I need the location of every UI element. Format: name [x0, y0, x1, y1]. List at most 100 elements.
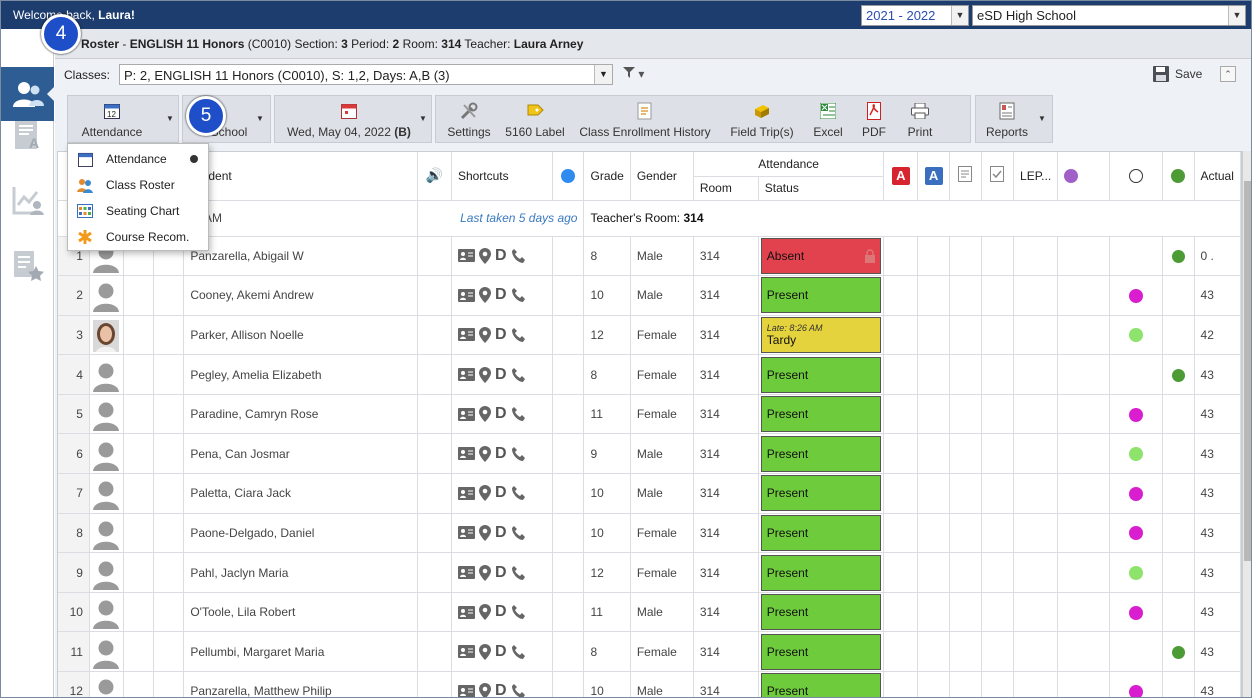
col-purple-dot-header[interactable]	[1057, 152, 1110, 201]
student-photo[interactable]	[89, 394, 124, 435]
table-row[interactable]: 7 Paletta, Ciara Jack D 10 Male 314 Present 43	[58, 473, 1241, 514]
nav-assessments[interactable]	[1, 237, 54, 293]
student-photo[interactable]	[89, 513, 124, 554]
id-card-icon[interactable]	[457, 447, 475, 461]
map-pin-icon[interactable]	[478, 643, 491, 660]
col-lep-header[interactable]: LEP...	[1013, 152, 1059, 201]
attendance-button[interactable]: 12 Attendance	[74, 96, 150, 144]
d-icon[interactable]: D	[495, 445, 507, 463]
status-cell[interactable]: Absent	[758, 236, 885, 277]
student-photo[interactable]	[89, 433, 124, 475]
id-card-icon[interactable]	[457, 368, 475, 382]
d-icon[interactable]: D	[495, 366, 507, 384]
status-cell[interactable]: Present	[758, 354, 885, 395]
col-blue-a-header[interactable]: A	[917, 152, 951, 201]
status-cell[interactable]: Present	[758, 513, 885, 554]
classes-select[interactable]: P: 2, ENGLISH 11 Honors (C0010), S: 1,2,…	[119, 64, 613, 85]
dropdown-caret-icon[interactable]: ▼	[256, 114, 264, 123]
status-badge[interactable]: Present	[760, 594, 882, 631]
map-pin-icon[interactable]	[478, 406, 491, 423]
phone-icon[interactable]	[511, 287, 527, 303]
id-card-icon[interactable]	[457, 288, 475, 302]
id-card-icon[interactable]	[457, 526, 475, 540]
student-photo[interactable]	[89, 552, 124, 593]
student-name[interactable]: Paletta, Ciara Jack	[183, 473, 419, 514]
field-trips-button[interactable]: Field Trip(s)	[726, 96, 798, 144]
d-icon[interactable]: D	[495, 564, 507, 582]
settings-button[interactable]: Settings	[444, 96, 494, 144]
map-pin-icon[interactable]	[478, 564, 491, 581]
phone-icon[interactable]	[511, 565, 527, 581]
map-pin-icon[interactable]	[478, 366, 491, 383]
id-card-icon[interactable]	[457, 645, 475, 659]
date-button[interactable]: Wed, May 04, 2022 (B)	[281, 96, 417, 144]
nav-analytics[interactable]	[1, 172, 54, 228]
table-row[interactable]: 12 Panzarella, Matthew Philip D 10 Male 314 Pr…	[58, 671, 1241, 698]
table-row[interactable]: 4 Pegley, Amelia Elizabeth D 8 Female 314 Pres…	[58, 354, 1241, 395]
label-5160-button[interactable]: 5160 Label	[502, 96, 568, 144]
pdf-button[interactable]: PDF	[858, 96, 890, 144]
table-row[interactable]: 11 Pellumbi, Margaret Maria D 8 Female 314 Pre…	[58, 631, 1241, 673]
phone-icon[interactable]	[511, 327, 527, 343]
table-row[interactable]: 1 Panzarella, Abigail W D 8 Male 314 Absent 0 .	[58, 236, 1241, 277]
reports-button[interactable]: Reports	[984, 96, 1030, 144]
phone-icon[interactable]	[511, 248, 527, 264]
col-blue-dot-header[interactable]	[552, 152, 585, 201]
status-badge[interactable]: Present	[760, 435, 882, 472]
id-card-icon[interactable]	[457, 328, 475, 342]
col-audio-header[interactable]: 🔊	[417, 152, 452, 201]
id-card-icon[interactable]	[457, 486, 475, 500]
student-photo[interactable]	[89, 473, 124, 514]
col-check-header[interactable]	[981, 152, 1015, 201]
student-photo[interactable]	[89, 354, 124, 395]
col-actual-header[interactable]: Actual	[1194, 152, 1241, 201]
status-badge[interactable]: Present	[760, 673, 882, 697]
col-room-header[interactable]: Room	[693, 176, 759, 201]
status-cell[interactable]: Present	[758, 433, 885, 475]
student-name[interactable]: Panzarella, Matthew Philip	[183, 671, 419, 697]
status-badge[interactable]: Absent	[760, 237, 882, 274]
map-pin-icon[interactable]	[478, 445, 491, 462]
student-name[interactable]: Paone-Delgado, Daniel	[183, 513, 419, 554]
print-button[interactable]: Print	[900, 96, 940, 144]
col-gender-header[interactable]: Gender	[630, 152, 694, 201]
status-cell[interactable]: Present	[758, 631, 885, 673]
map-pin-icon[interactable]	[478, 485, 491, 502]
d-icon[interactable]: D	[495, 484, 507, 502]
d-icon[interactable]: D	[495, 603, 507, 621]
filter-button[interactable]: ▾	[623, 67, 644, 81]
phone-icon[interactable]	[511, 367, 527, 383]
id-card-icon[interactable]	[457, 684, 475, 698]
map-pin-icon[interactable]	[478, 287, 491, 304]
dropdown-caret-icon[interactable]: ▼	[1038, 114, 1046, 123]
menu-item-seating-chart[interactable]: Seating Chart	[68, 198, 208, 224]
nav-grades[interactable]: A	[1, 107, 54, 163]
dropdown-caret-icon[interactable]: ▼	[419, 114, 427, 123]
col-student-header[interactable]: Student	[183, 152, 419, 201]
phone-icon[interactable]	[511, 683, 527, 698]
col-circle-header[interactable]	[1109, 152, 1164, 201]
phone-icon[interactable]	[511, 644, 527, 660]
status-cell[interactable]: Late: 8:26 AM Tardy	[758, 315, 885, 356]
status-badge[interactable]: Present	[760, 396, 882, 433]
map-pin-icon[interactable]	[478, 326, 491, 343]
id-card-icon[interactable]	[457, 249, 475, 263]
status-cell[interactable]: Present	[758, 671, 885, 697]
status-cell[interactable]: Present	[758, 394, 885, 435]
status-badge[interactable]: Present	[760, 633, 882, 670]
d-icon[interactable]: D	[495, 682, 507, 697]
col-grade-header[interactable]: Grade	[583, 152, 631, 201]
collapse-button[interactable]: ⌃	[1220, 66, 1236, 82]
student-photo[interactable]	[89, 275, 124, 316]
status-badge[interactable]: Present	[760, 277, 882, 314]
student-name[interactable]: Paradine, Camryn Rose	[183, 394, 419, 435]
table-row[interactable]: 2 Cooney, Akemi Andrew D 10 Male 314 Present 43	[58, 275, 1241, 316]
menu-item-course-recom[interactable]: Course Recom.	[68, 224, 208, 250]
menu-item-attendance[interactable]: Attendance	[68, 146, 208, 172]
student-name[interactable]: Pahl, Jaclyn Maria	[183, 552, 419, 593]
d-icon[interactable]: D	[495, 405, 507, 423]
d-icon[interactable]: D	[495, 247, 507, 265]
student-photo[interactable]	[89, 631, 124, 673]
student-name[interactable]: Panzarella, Abigail W	[183, 236, 419, 277]
col-red-a-header[interactable]: A	[883, 152, 919, 201]
